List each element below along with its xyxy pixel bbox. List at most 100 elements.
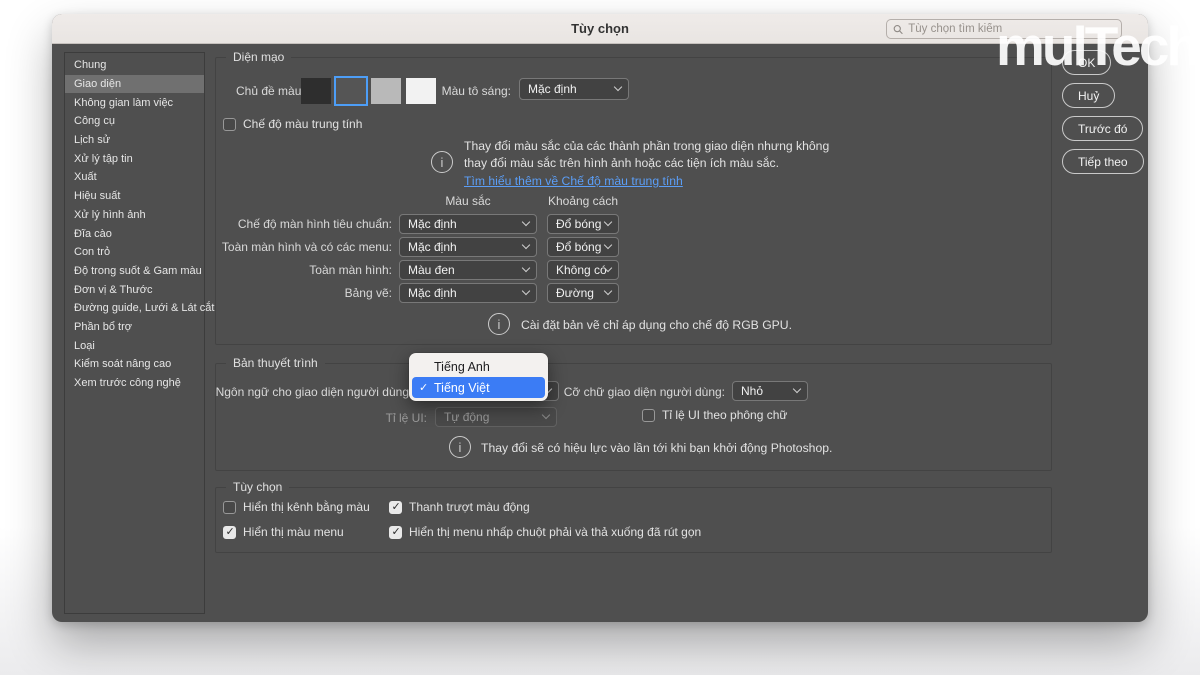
chevron-down-icon — [604, 287, 612, 295]
sidebar-item[interactable]: Xử lý hình ảnh — [65, 206, 204, 225]
sidebar-item-label: Hiệu suất — [74, 190, 120, 202]
screen-spacing-select[interactable]: Đổ bóng — [547, 237, 619, 257]
sidebar-item[interactable]: Không gian làm việc — [65, 93, 204, 112]
sidebar-item[interactable]: Xuất — [65, 168, 204, 187]
screen-mode-label: Bảng vẽ: — [345, 286, 392, 300]
info-icon: i — [431, 151, 453, 173]
appearance-group-title: Diện mạo — [226, 50, 291, 64]
ui-scale-label: Tỉ lệ UI: — [386, 411, 427, 425]
sidebar-item[interactable]: Đơn vị & Thước — [65, 280, 204, 299]
sidebar-item-label: Lịch sử — [74, 134, 110, 146]
language-popup-menu: ✓ Tiếng Anh ✓ Tiếng Việt — [409, 353, 548, 401]
chevron-down-icon — [522, 287, 530, 295]
sidebar-item-label: Giao diện — [74, 78, 121, 90]
theme-swatch[interactable] — [406, 78, 436, 104]
sidebar-item[interactable]: Lịch sử — [65, 131, 204, 150]
search-icon — [893, 24, 903, 35]
screen-spacing-select[interactable]: Không có — [547, 260, 619, 280]
screen-mode-label: Chế độ màn hình tiêu chuẩn: — [238, 217, 392, 231]
search-input[interactable] — [908, 23, 1115, 35]
sidebar-item-label: Xem trước công nghệ — [74, 377, 181, 389]
options-checkbox-grid: Hiển thị kênh bằng màu Thanh trượt màu đ… — [223, 500, 1041, 539]
sidebar-item[interactable]: Hiệu suất — [65, 187, 204, 206]
chevron-down-icon — [604, 218, 612, 226]
search-field[interactable] — [886, 19, 1122, 39]
sidebar-item[interactable]: Xử lý tập tin — [65, 149, 204, 168]
color-column-header: Màu sắc — [399, 194, 537, 208]
sidebar-item-label: Độ trong suốt & Gam màu — [74, 265, 202, 277]
ui-scale-select: Tự động — [435, 407, 557, 427]
sidebar-item[interactable]: Độ trong suốt & Gam màu — [65, 262, 204, 281]
screen-mode-row: Bảng vẽ: Mặc định Đường — [216, 283, 1051, 303]
highlight-color-select[interactable]: Mặc định — [519, 78, 629, 100]
appearance-info-line2: thay đổi màu sắc trên hình ảnh hoặc các … — [464, 156, 779, 170]
chevron-down-icon — [542, 411, 550, 419]
action-button[interactable]: Huỷ — [1062, 83, 1115, 108]
sidebar-item-label: Đĩa cào — [74, 228, 112, 240]
sidebar-item-label: Công cụ — [74, 115, 115, 127]
sidebar-item[interactable]: Công cụ — [65, 112, 204, 131]
sidebar-item-label: Con trỏ — [74, 246, 110, 258]
screen-spacing-select[interactable]: Đổ bóng — [547, 214, 619, 234]
action-buttons: OK Huỷ Trước đó Tiếp theo — [1062, 50, 1144, 174]
sidebar-item-label: Phần bổ trợ — [74, 321, 132, 333]
language-menu-item[interactable]: ✓ Tiếng Việt — [412, 377, 545, 398]
scale-to-font-checkbox[interactable] — [642, 409, 655, 422]
neutral-mode-label: Chế độ màu trung tính — [243, 117, 362, 131]
screen-color-select[interactable]: Màu đen — [399, 260, 537, 280]
sidebar-item-label: Chung — [74, 59, 106, 71]
theme-swatch[interactable] — [371, 78, 401, 104]
chevron-down-icon — [614, 83, 622, 91]
screen-mode-label: Toàn màn hình: — [309, 263, 392, 277]
chevron-down-icon — [522, 241, 530, 249]
option-checkbox[interactable] — [389, 526, 402, 539]
screen-spacing-select[interactable]: Đường — [547, 283, 619, 303]
sidebar-item[interactable]: Phần bổ trợ — [65, 318, 204, 337]
sidebar-item[interactable]: Giao diện — [65, 75, 204, 94]
option-label: Hiển thị menu nhấp chuột phải và thả xuố… — [409, 525, 701, 539]
screen-mode-label: Toàn màn hình và có các menu: — [222, 240, 392, 254]
learn-more-link[interactable]: Tìm hiểu thêm về Chế độ màu trung tính — [464, 174, 683, 188]
option-row: Thanh trượt màu động — [389, 500, 1041, 514]
font-size-label: Cỡ chữ giao diện người dùng: — [564, 385, 725, 399]
sidebar-item[interactable]: Con trỏ — [65, 243, 204, 262]
sidebar-item-label: Đường guide, Lưới & Lát cắt — [74, 302, 214, 314]
preferences-dialog: Tùy chọn Chung Giao diện Không gian làm … — [52, 14, 1148, 622]
screen-color-select[interactable]: Mặc định — [399, 237, 537, 257]
neutral-mode-checkbox[interactable] — [223, 118, 236, 131]
chevron-down-icon — [793, 385, 801, 393]
theme-swatch[interactable] — [336, 78, 366, 104]
screen-mode-row: Toàn màn hình và có các menu: Mặc định Đ… — [216, 237, 1051, 257]
screen-color-select[interactable]: Mặc định — [399, 283, 537, 303]
sidebar-item-label: Loại — [74, 340, 95, 352]
sidebar-item[interactable]: Xem trước công nghệ — [65, 374, 204, 393]
screen-color-select[interactable]: Mặc định — [399, 214, 537, 234]
sidebar-item-label: Đơn vị & Thước — [74, 284, 152, 296]
option-checkbox[interactable] — [389, 501, 402, 514]
presentation-group: Bản thuyết trình Ngôn ngữ cho giao diện … — [215, 363, 1052, 471]
option-checkbox[interactable] — [223, 501, 236, 514]
spacing-column-header: Khoảng cách — [541, 194, 625, 208]
sidebar-item[interactable]: Đĩa cào — [65, 224, 204, 243]
action-button[interactable]: Tiếp theo — [1062, 149, 1144, 174]
sidebar: Chung Giao diện Không gian làm việc Công… — [64, 52, 205, 614]
font-size-select[interactable]: Nhỏ — [732, 381, 808, 401]
option-label: Thanh trượt màu động — [409, 500, 530, 514]
option-row: Hiển thị màu menu — [223, 525, 389, 539]
option-checkbox[interactable] — [223, 526, 236, 539]
chevron-down-icon — [522, 218, 530, 226]
option-row: Hiển thị kênh bằng màu — [223, 500, 389, 514]
sidebar-item[interactable]: Đường guide, Lưới & Lát cắt — [65, 299, 204, 318]
sidebar-item[interactable]: Loại — [65, 336, 204, 355]
language-menu-item[interactable]: ✓ Tiếng Anh — [412, 356, 545, 377]
chevron-down-icon — [604, 241, 612, 249]
color-theme-label: Chủ đề màu: — [236, 84, 305, 98]
sidebar-item[interactable]: Chung — [65, 56, 204, 75]
action-button[interactable]: Trước đó — [1062, 116, 1143, 141]
option-row: Hiển thị menu nhấp chuột phải và thả xuố… — [389, 525, 1041, 539]
action-button[interactable]: OK — [1062, 50, 1111, 75]
gpu-note: Cài đặt bản vẽ chỉ áp dụng cho chế độ RG… — [521, 318, 792, 332]
sidebar-item[interactable]: Kiểm soát nâng cao — [65, 355, 204, 374]
scale-to-font-row: Tỉ lệ UI theo phông chữ — [642, 408, 787, 422]
theme-swatch[interactable] — [301, 78, 331, 104]
